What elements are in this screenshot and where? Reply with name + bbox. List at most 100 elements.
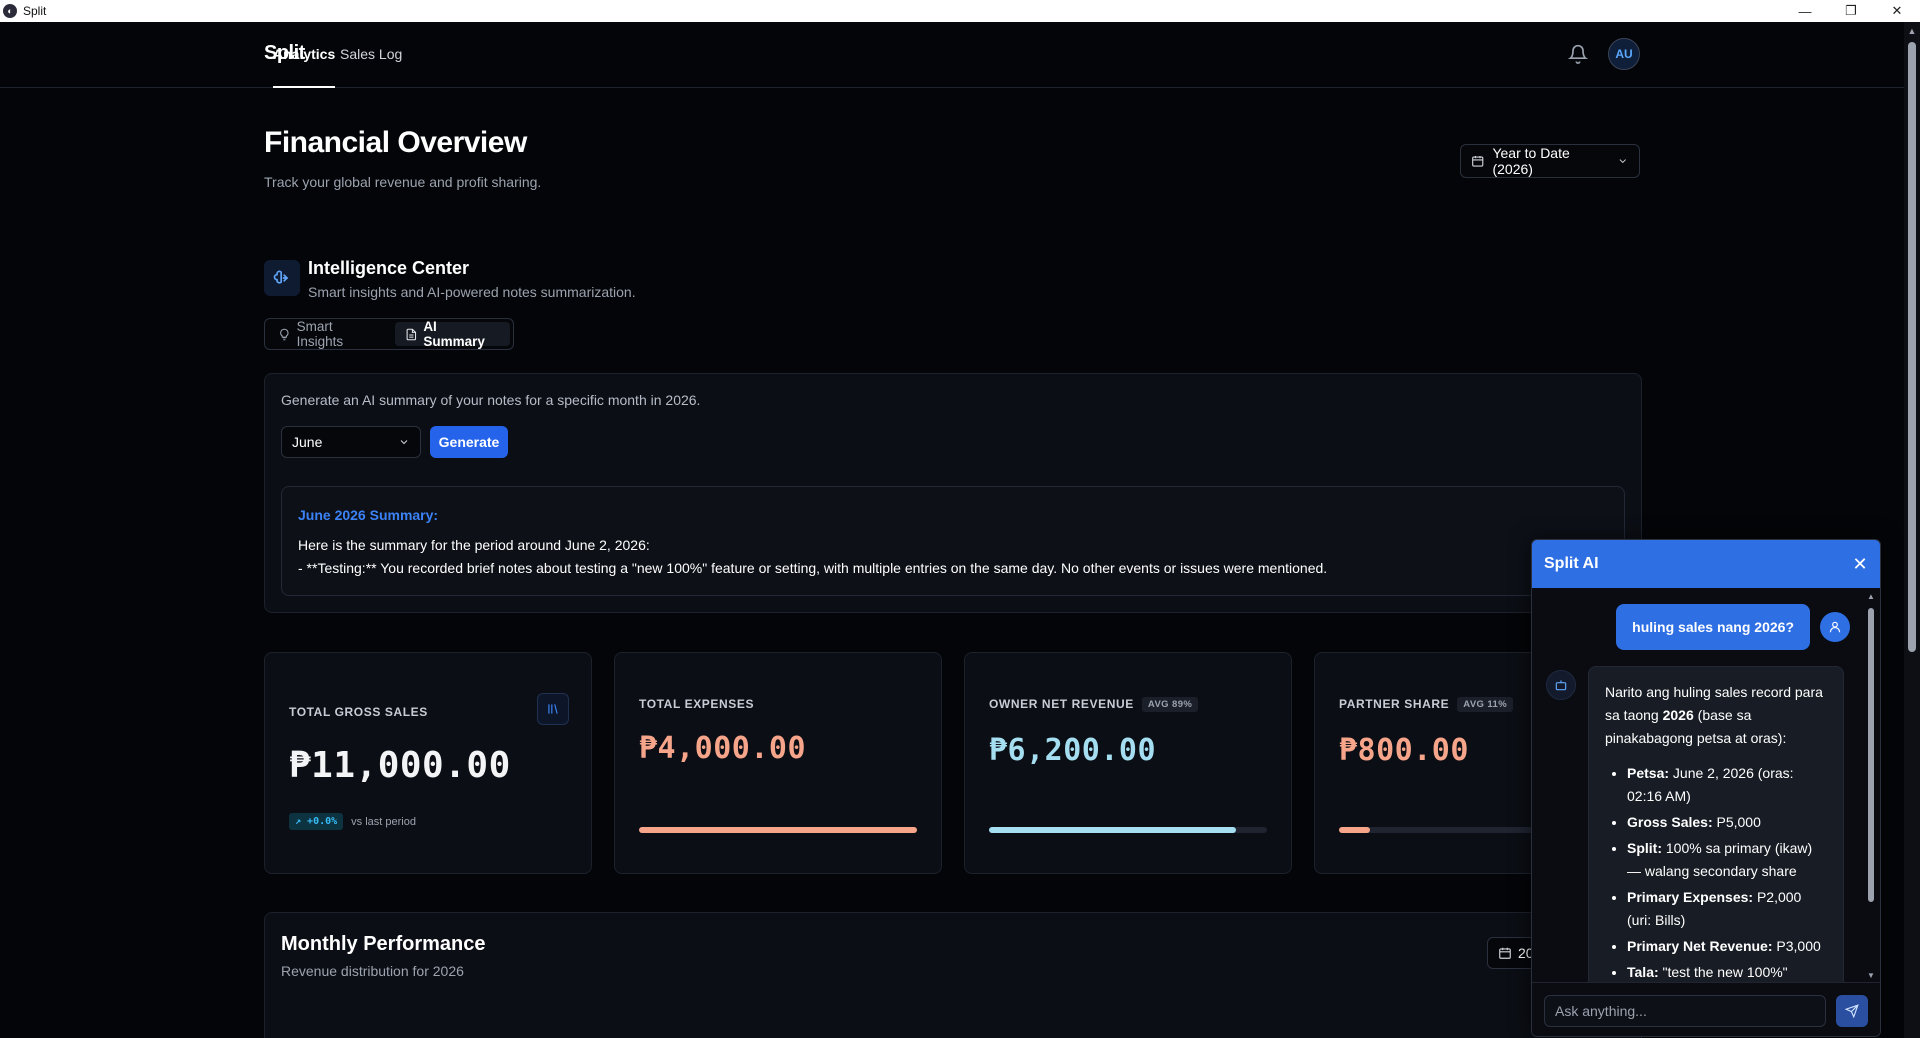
stat-value: ₱6,200.00	[989, 733, 1157, 768]
avg-badge: AVG 89%	[1141, 697, 1199, 713]
page-scrollbar[interactable]: ▲	[1904, 22, 1920, 1038]
tab-ai-summary-label: AI Summary	[423, 319, 485, 349]
chevron-down-icon	[400, 440, 408, 445]
scroll-up-icon[interactable]: ▲	[1906, 26, 1918, 38]
list-item: Split: 100% sa primary (ikaw) — walang s…	[1627, 837, 1827, 883]
trend-badge: ↗ +0.0%	[289, 813, 344, 830]
bot-intro-bold: 2026	[1662, 707, 1694, 723]
trend-value: +0.0%	[307, 816, 338, 827]
chart-bars-icon[interactable]	[537, 693, 569, 725]
intelligence-title: Intelligence Center	[308, 258, 470, 278]
nav-analytics[interactable]: Analytics	[273, 46, 336, 88]
item-value: "test the new 100%"	[1658, 964, 1788, 980]
progress-fill	[639, 827, 917, 833]
list-item: Petsa: June 2, 2026 (oras: 02:16 AM)	[1627, 762, 1827, 808]
user-icon	[1820, 612, 1850, 642]
performance-title: Monthly Performance	[281, 933, 486, 955]
item-value: P3,000	[1772, 938, 1821, 954]
nav-sales-log[interactable]: Sales Log	[340, 46, 402, 62]
stat-label-text: OWNER NET REVENUE	[989, 697, 1134, 711]
intelligence-tabs: Smart Insights AI Summary	[264, 318, 514, 350]
intelligence-icon-box	[264, 260, 300, 296]
summary-line: Here is the summary for the period aroun…	[298, 537, 650, 553]
month-select-value: June	[292, 434, 323, 450]
summary-line: - **Testing:** You recorded brief notes …	[298, 560, 1328, 576]
item-key: Petsa:	[1627, 765, 1670, 781]
page-title: Financial Overview	[264, 126, 527, 159]
calendar-icon	[1499, 947, 1511, 959]
scroll-down-icon[interactable]: ▼	[1866, 971, 1876, 980]
month-select[interactable]: June	[281, 426, 421, 458]
stat-card-gross-sales: TOTAL GROSS SALES ₱11,000.00 ↗ +0.0% vs …	[264, 652, 592, 874]
bot-message: Narito ang huling sales record para sa t…	[1588, 666, 1844, 982]
chat-title: Split AI	[1544, 555, 1599, 572]
tab-smart-insights-label: Smart Insights	[296, 319, 344, 349]
user-message: huling sales nang 2026?	[1616, 604, 1810, 650]
stat-value: ₱4,000.00	[639, 731, 807, 766]
restore-button[interactable]: ❐	[1828, 0, 1874, 22]
stat-value: ₱11,000.00	[289, 745, 511, 786]
list-item: Gross Sales: P5,000	[1627, 811, 1827, 834]
stat-label: TOTAL GROSS SALES	[289, 705, 428, 719]
list-item: Primary Net Revenue: P3,000	[1627, 935, 1827, 958]
item-key: Split:	[1627, 840, 1662, 856]
item-key: Primary Expenses:	[1627, 889, 1754, 905]
bot-list: Petsa: June 2, 2026 (oras: 02:16 AM) Gro…	[1605, 762, 1827, 982]
chat-footer: Ask anything...	[1532, 982, 1880, 1036]
monthly-performance-card: Monthly Performance Revenue distribution…	[264, 912, 1642, 1038]
scroll-thumb[interactable]	[1908, 42, 1916, 652]
item-key: Gross Sales:	[1627, 814, 1713, 830]
generate-button[interactable]: Generate	[430, 426, 508, 458]
calendar-icon	[1472, 155, 1484, 167]
ai-summary-description: Generate an AI summary of your notes for…	[281, 392, 701, 408]
window-title: Split	[23, 4, 47, 18]
stat-label-text: PARTNER SHARE	[1339, 697, 1450, 711]
progress-fill	[1339, 827, 1370, 833]
tab-smart-insights[interactable]: Smart Insights	[268, 319, 391, 349]
progress-fill	[989, 827, 1237, 833]
date-range-select[interactable]: Year to Date (2026)	[1460, 144, 1640, 178]
chat-input[interactable]: Ask anything...	[1544, 995, 1826, 1027]
document-icon	[406, 328, 416, 340]
close-window-button[interactable]: ✕	[1874, 0, 1920, 22]
summary-title: June 2026 Summary:	[298, 507, 439, 523]
stat-label: TOTAL EXPENSES	[639, 697, 755, 711]
bot-intro: Narito ang huling sales record para sa t…	[1605, 681, 1827, 750]
item-key: Primary Net Revenue:	[1627, 938, 1773, 954]
app-icon: ◐	[3, 4, 17, 18]
chat-messages[interactable]: huling sales nang 2026? Narito ang hulin…	[1532, 588, 1864, 982]
tab-ai-summary[interactable]: AI Summary	[394, 319, 510, 349]
page-subtitle: Track your global revenue and profit sha…	[264, 174, 542, 190]
list-item: Primary Expenses: P2,000 (uri: Bills)	[1627, 886, 1827, 932]
chat-panel: Split AI ✕ huling sales nang 2026? Narit…	[1531, 539, 1881, 1037]
minimize-button[interactable]: —	[1782, 0, 1828, 22]
progress-bar	[639, 827, 917, 833]
list-item: Tala: "test the new 100%"	[1627, 961, 1827, 982]
avg-badge: AVG 11%	[1457, 697, 1514, 713]
intelligence-subtitle: Smart insights and AI-powered notes summ…	[308, 284, 636, 300]
performance-subtitle: Revenue distribution for 2026	[281, 963, 464, 979]
bot-icon	[1546, 670, 1576, 700]
lightbulb-icon	[280, 328, 289, 340]
trend-indicator: ↗ +0.0% vs last period	[289, 813, 416, 830]
brain-icon	[273, 270, 288, 284]
scroll-up-icon[interactable]: ▲	[1866, 592, 1876, 601]
item-value: P5,000	[1712, 814, 1761, 830]
trend-note: vs last period	[351, 815, 416, 828]
chat-scrollbar[interactable]: ▲ ▼	[1866, 592, 1876, 980]
scroll-thumb[interactable]	[1868, 608, 1874, 902]
item-key: Tala:	[1627, 964, 1659, 980]
ai-summary-card: Generate an AI summary of your notes for…	[264, 373, 1642, 613]
chevron-down-icon	[1619, 159, 1627, 164]
stat-label: OWNER NET REVENUE AVG 89%	[989, 697, 1199, 713]
send-icon[interactable]	[1836, 995, 1868, 1027]
stat-card-owner-net: OWNER NET REVENUE AVG 89% ₱6,200.00	[964, 652, 1292, 874]
stat-card-expenses: TOTAL EXPENSES ₱4,000.00	[614, 652, 942, 874]
bell-icon[interactable]	[1568, 44, 1588, 64]
close-icon[interactable]: ✕	[1850, 554, 1870, 574]
user-avatar[interactable]: AU	[1608, 38, 1640, 70]
summary-result: June 2026 Summary: Here is the summary f…	[281, 486, 1625, 596]
stat-label: PARTNER SHARE AVG 11%	[1339, 697, 1514, 713]
app-root: Split Analytics Sales Log AU Financial O…	[0, 22, 1904, 1038]
date-range-label: Year to Date (2026)	[1492, 145, 1570, 177]
